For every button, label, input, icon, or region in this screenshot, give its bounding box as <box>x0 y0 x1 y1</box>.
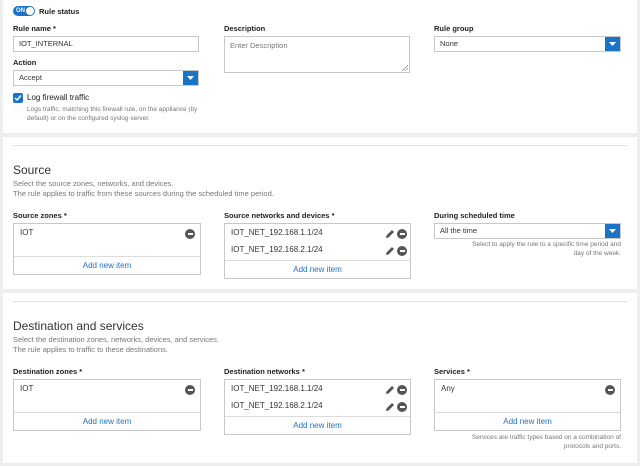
list-item[interactable]: Any <box>435 381 620 398</box>
list-item[interactable]: IOT <box>14 381 200 398</box>
source-zones-label: Source zones * <box>13 211 67 220</box>
source-desc-line-1: Select the source zones, networks, and d… <box>13 179 174 188</box>
schedule-label: During scheduled time <box>434 211 515 220</box>
toggle-on-label: ON <box>16 8 25 14</box>
pencil-icon[interactable] <box>385 246 395 256</box>
divider <box>13 145 627 146</box>
list-item[interactable]: IOT <box>14 225 200 242</box>
destination-panel: Destination and services Select the dest… <box>3 293 637 463</box>
add-new-item-button[interactable]: Add new item <box>14 256 200 274</box>
destination-zones-label: Destination zones * <box>13 367 83 376</box>
log-traffic-label: Log firewall traffic <box>27 93 90 102</box>
log-help-line-1: Logs traffic, matching this firewall rul… <box>27 106 198 113</box>
schedule-select[interactable]: All the time <box>434 223 621 239</box>
list-item-label: IOT_NET_192.168.2.1/24 <box>231 245 323 254</box>
schedule-help-line-1: Select to apply the rule to a specific t… <box>472 241 621 248</box>
rule-status-label: Rule status <box>39 7 80 16</box>
chevron-down-icon[interactable] <box>183 71 198 85</box>
description-label: Description <box>224 24 266 33</box>
list-item-label: IOT_NET_192.168.1.1/24 <box>231 384 323 393</box>
services-help-line-2: protocols and ports. <box>563 443 621 450</box>
remove-icon[interactable] <box>397 246 407 256</box>
pencil-icon[interactable] <box>385 229 395 239</box>
list-item-label: IOT_NET_192.168.2.1/24 <box>231 401 323 410</box>
add-new-item-button[interactable]: Add new item <box>225 260 410 278</box>
services-help: Services are traffic types based on a co… <box>434 433 621 451</box>
remove-icon[interactable] <box>397 229 407 239</box>
resize-grip-icon <box>402 65 408 71</box>
source-title: Source <box>13 163 52 177</box>
list-item-label: Any <box>441 384 455 393</box>
checkmark-icon <box>14 95 22 102</box>
action-value: Accept <box>19 73 42 82</box>
destination-title: Destination and services <box>13 319 144 333</box>
log-help-line-2: default) or on the configured syslog ser… <box>27 115 150 122</box>
rule-group-value: None <box>440 39 458 48</box>
rule-status-toggle[interactable]: ON <box>13 6 35 16</box>
list-item[interactable]: IOT_NET_192.168.1.1/24 <box>225 225 410 242</box>
description-textarea[interactable]: Enter Description <box>224 36 410 73</box>
chevron-down-icon[interactable] <box>605 224 620 238</box>
remove-icon[interactable] <box>185 385 195 395</box>
list-item-label: IOT_NET_192.168.1.1/24 <box>231 228 323 237</box>
destination-zones-list: IOT Add new item <box>13 379 201 431</box>
services-label: Services * <box>434 367 470 376</box>
chevron-down-icon[interactable] <box>605 37 620 51</box>
remove-icon[interactable] <box>397 402 407 412</box>
rule-name-label: Rule name * <box>13 24 56 33</box>
services-list: Any Add new item <box>434 379 621 431</box>
destination-description: Select the destination zones, networks, … <box>13 335 219 355</box>
action-select[interactable]: Accept <box>13 70 199 86</box>
destination-networks-list: IOT_NET_192.168.1.1/24 IOT_NET_192.168.2… <box>224 379 411 435</box>
log-traffic-help: Logs traffic, matching this firewall rul… <box>27 105 197 123</box>
list-item[interactable]: IOT_NET_192.168.1.1/24 <box>225 381 410 398</box>
source-desc-line-2: The rule applies to traffic from these s… <box>13 189 274 198</box>
add-new-item-button[interactable]: Add new item <box>435 412 620 430</box>
source-networks-label: Source networks and devices * <box>224 211 335 220</box>
log-traffic-checkbox[interactable] <box>13 93 23 103</box>
schedule-help-line-2: day of the week. <box>573 250 621 257</box>
pencil-icon[interactable] <box>385 385 395 395</box>
schedule-help: Select to apply the rule to a specific t… <box>434 240 621 258</box>
remove-icon[interactable] <box>605 385 615 395</box>
divider <box>13 301 627 302</box>
rule-group-select[interactable]: None <box>434 36 621 52</box>
rule-settings-panel: ON Rule status Rule name * IOT_INTERNAL … <box>3 0 637 133</box>
destination-desc-line-1: Select the destination zones, networks, … <box>13 335 219 344</box>
add-new-item-button[interactable]: Add new item <box>14 412 200 430</box>
remove-icon[interactable] <box>185 229 195 239</box>
add-new-item-button[interactable]: Add new item <box>225 416 410 434</box>
action-label: Action <box>13 58 37 67</box>
rule-name-input[interactable]: IOT_INTERNAL <box>13 36 199 52</box>
source-zones-list: IOT Add new item <box>13 223 201 275</box>
toggle-knob <box>26 7 34 15</box>
destination-desc-line-2: The rule applies to traffic to these des… <box>13 345 168 354</box>
list-item-label: IOT <box>20 228 34 237</box>
rule-group-label: Rule group <box>434 24 474 33</box>
source-networks-list: IOT_NET_192.168.1.1/24 IOT_NET_192.168.2… <box>224 223 411 279</box>
source-panel: Source Select the source zones, networks… <box>3 137 637 289</box>
list-item[interactable]: IOT_NET_192.168.2.1/24 <box>225 398 410 415</box>
services-help-line-1: Services are traffic types based on a co… <box>471 434 621 441</box>
list-item[interactable]: IOT_NET_192.168.2.1/24 <box>225 242 410 259</box>
pencil-icon[interactable] <box>385 402 395 412</box>
destination-networks-label: Destination networks * <box>224 367 305 376</box>
remove-icon[interactable] <box>397 385 407 395</box>
list-item-label: IOT <box>20 384 34 393</box>
schedule-value: All the time <box>440 226 478 235</box>
source-description: Select the source zones, networks, and d… <box>13 179 274 199</box>
